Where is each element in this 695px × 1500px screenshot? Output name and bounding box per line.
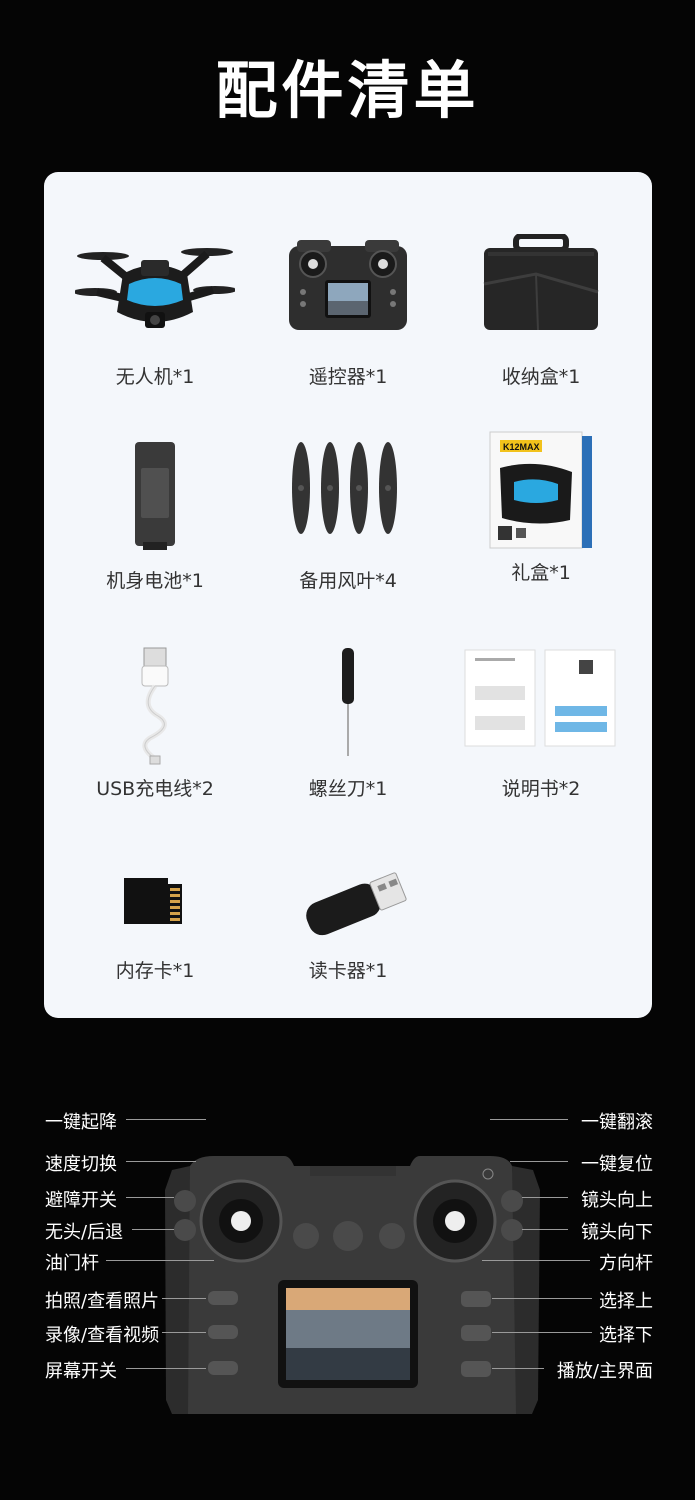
label-camera-down: 镜头向下 bbox=[581, 1222, 653, 1243]
label-play-home: 播放/主界面 bbox=[556, 1361, 653, 1382]
accessory-label: 礼盒*1 bbox=[511, 562, 571, 584]
line bbox=[482, 1260, 590, 1261]
propeller-icon bbox=[292, 442, 397, 534]
line bbox=[522, 1229, 568, 1230]
accessory-manual: 说明书*2 bbox=[440, 646, 642, 801]
label-one-key-flip: 一键翻滚 bbox=[581, 1112, 653, 1133]
line bbox=[490, 1119, 568, 1120]
label-obstacle-avoidance: 避障开关 bbox=[45, 1190, 117, 1211]
drone-icon bbox=[73, 248, 237, 328]
line bbox=[126, 1368, 206, 1369]
label-one-key-reset: 一键复位 bbox=[581, 1154, 653, 1175]
card-reader-icon bbox=[306, 872, 407, 936]
accessory-screwdriver: 螺丝刀*1 bbox=[247, 646, 449, 801]
accessory-label: 机身电池*1 bbox=[106, 570, 204, 592]
label-video: 录像/查看视频 bbox=[45, 1325, 160, 1346]
page-title: 配件清单 bbox=[215, 54, 480, 127]
label-headless-return: 无头/后退 bbox=[45, 1222, 124, 1243]
label-one-key-takeoff: 一键起降 bbox=[45, 1112, 117, 1133]
line bbox=[162, 1332, 206, 1333]
accessory-label: 遥控器*1 bbox=[308, 366, 388, 388]
line bbox=[522, 1197, 568, 1198]
label-photo: 拍照/查看照片 bbox=[45, 1291, 160, 1312]
label-select-up: 选择上 bbox=[599, 1291, 653, 1312]
label-speed-switch: 速度切换 bbox=[45, 1154, 117, 1175]
controller-diagram: 一键起降 速度切换 避障开关 无头/后退 油门杆 拍照/查看照片 录像/查看视频… bbox=[0, 1080, 695, 1500]
accessory-label: 内存卡*1 bbox=[115, 960, 195, 982]
accessory-battery: 机身电池*1 bbox=[54, 438, 256, 593]
manual-icon bbox=[464, 649, 616, 747]
label-throttle-stick: 油门杆 bbox=[45, 1253, 99, 1274]
accessory-remote: 遥控器*1 bbox=[247, 234, 449, 389]
usb-cable-icon bbox=[141, 647, 169, 765]
line bbox=[132, 1229, 174, 1230]
label-screen-switch: 屏幕开关 bbox=[45, 1361, 117, 1382]
label-direction-stick: 方向杆 bbox=[599, 1253, 653, 1274]
accessory-label: 螺丝刀*1 bbox=[308, 778, 388, 800]
label-select-down: 选择下 bbox=[599, 1325, 653, 1346]
screwdriver-icon bbox=[342, 648, 354, 756]
line bbox=[492, 1368, 544, 1369]
battery-icon bbox=[135, 442, 175, 550]
line bbox=[126, 1197, 174, 1198]
accessory-card-reader: 读卡器*1 bbox=[247, 838, 449, 983]
accessory-drone: 无人机*1 bbox=[54, 234, 256, 389]
line bbox=[492, 1298, 592, 1299]
memory-card-icon bbox=[124, 878, 182, 924]
accessory-label: 备用风叶*4 bbox=[299, 570, 397, 592]
label-camera-up: 镜头向上 bbox=[581, 1190, 653, 1211]
accessory-label: 收纳盒*1 bbox=[501, 366, 581, 388]
line bbox=[492, 1332, 592, 1333]
gift-box-brand: K12MAX bbox=[503, 442, 540, 452]
accessory-label: USB充电线*2 bbox=[96, 778, 214, 800]
accessory-label: 无人机*1 bbox=[115, 366, 195, 388]
line bbox=[510, 1161, 568, 1162]
accessory-memory-card: 内存卡*1 bbox=[54, 838, 256, 983]
accessory-case: 收纳盒*1 bbox=[440, 233, 642, 389]
line bbox=[126, 1161, 196, 1162]
line bbox=[126, 1119, 206, 1120]
accessory-propellers: 备用风叶*4 bbox=[247, 438, 449, 593]
remote-controller-icon bbox=[289, 240, 407, 330]
accessory-card: 无人机*1 遥控器*1 收纳盒*1 机身电池*1 备用风叶*4 K12MAX 礼… bbox=[44, 172, 652, 1018]
accessory-label: 读卡器*1 bbox=[308, 960, 388, 982]
line bbox=[162, 1298, 206, 1299]
gift-box-icon: K12MAX bbox=[489, 431, 592, 549]
storage-case-icon bbox=[483, 233, 599, 331]
accessory-gift-box: K12MAX 礼盒*1 bbox=[440, 428, 642, 585]
accessory-usb-cable: USB充电线*2 bbox=[54, 646, 256, 801]
accessory-label: 说明书*2 bbox=[501, 778, 581, 800]
line bbox=[106, 1260, 214, 1261]
